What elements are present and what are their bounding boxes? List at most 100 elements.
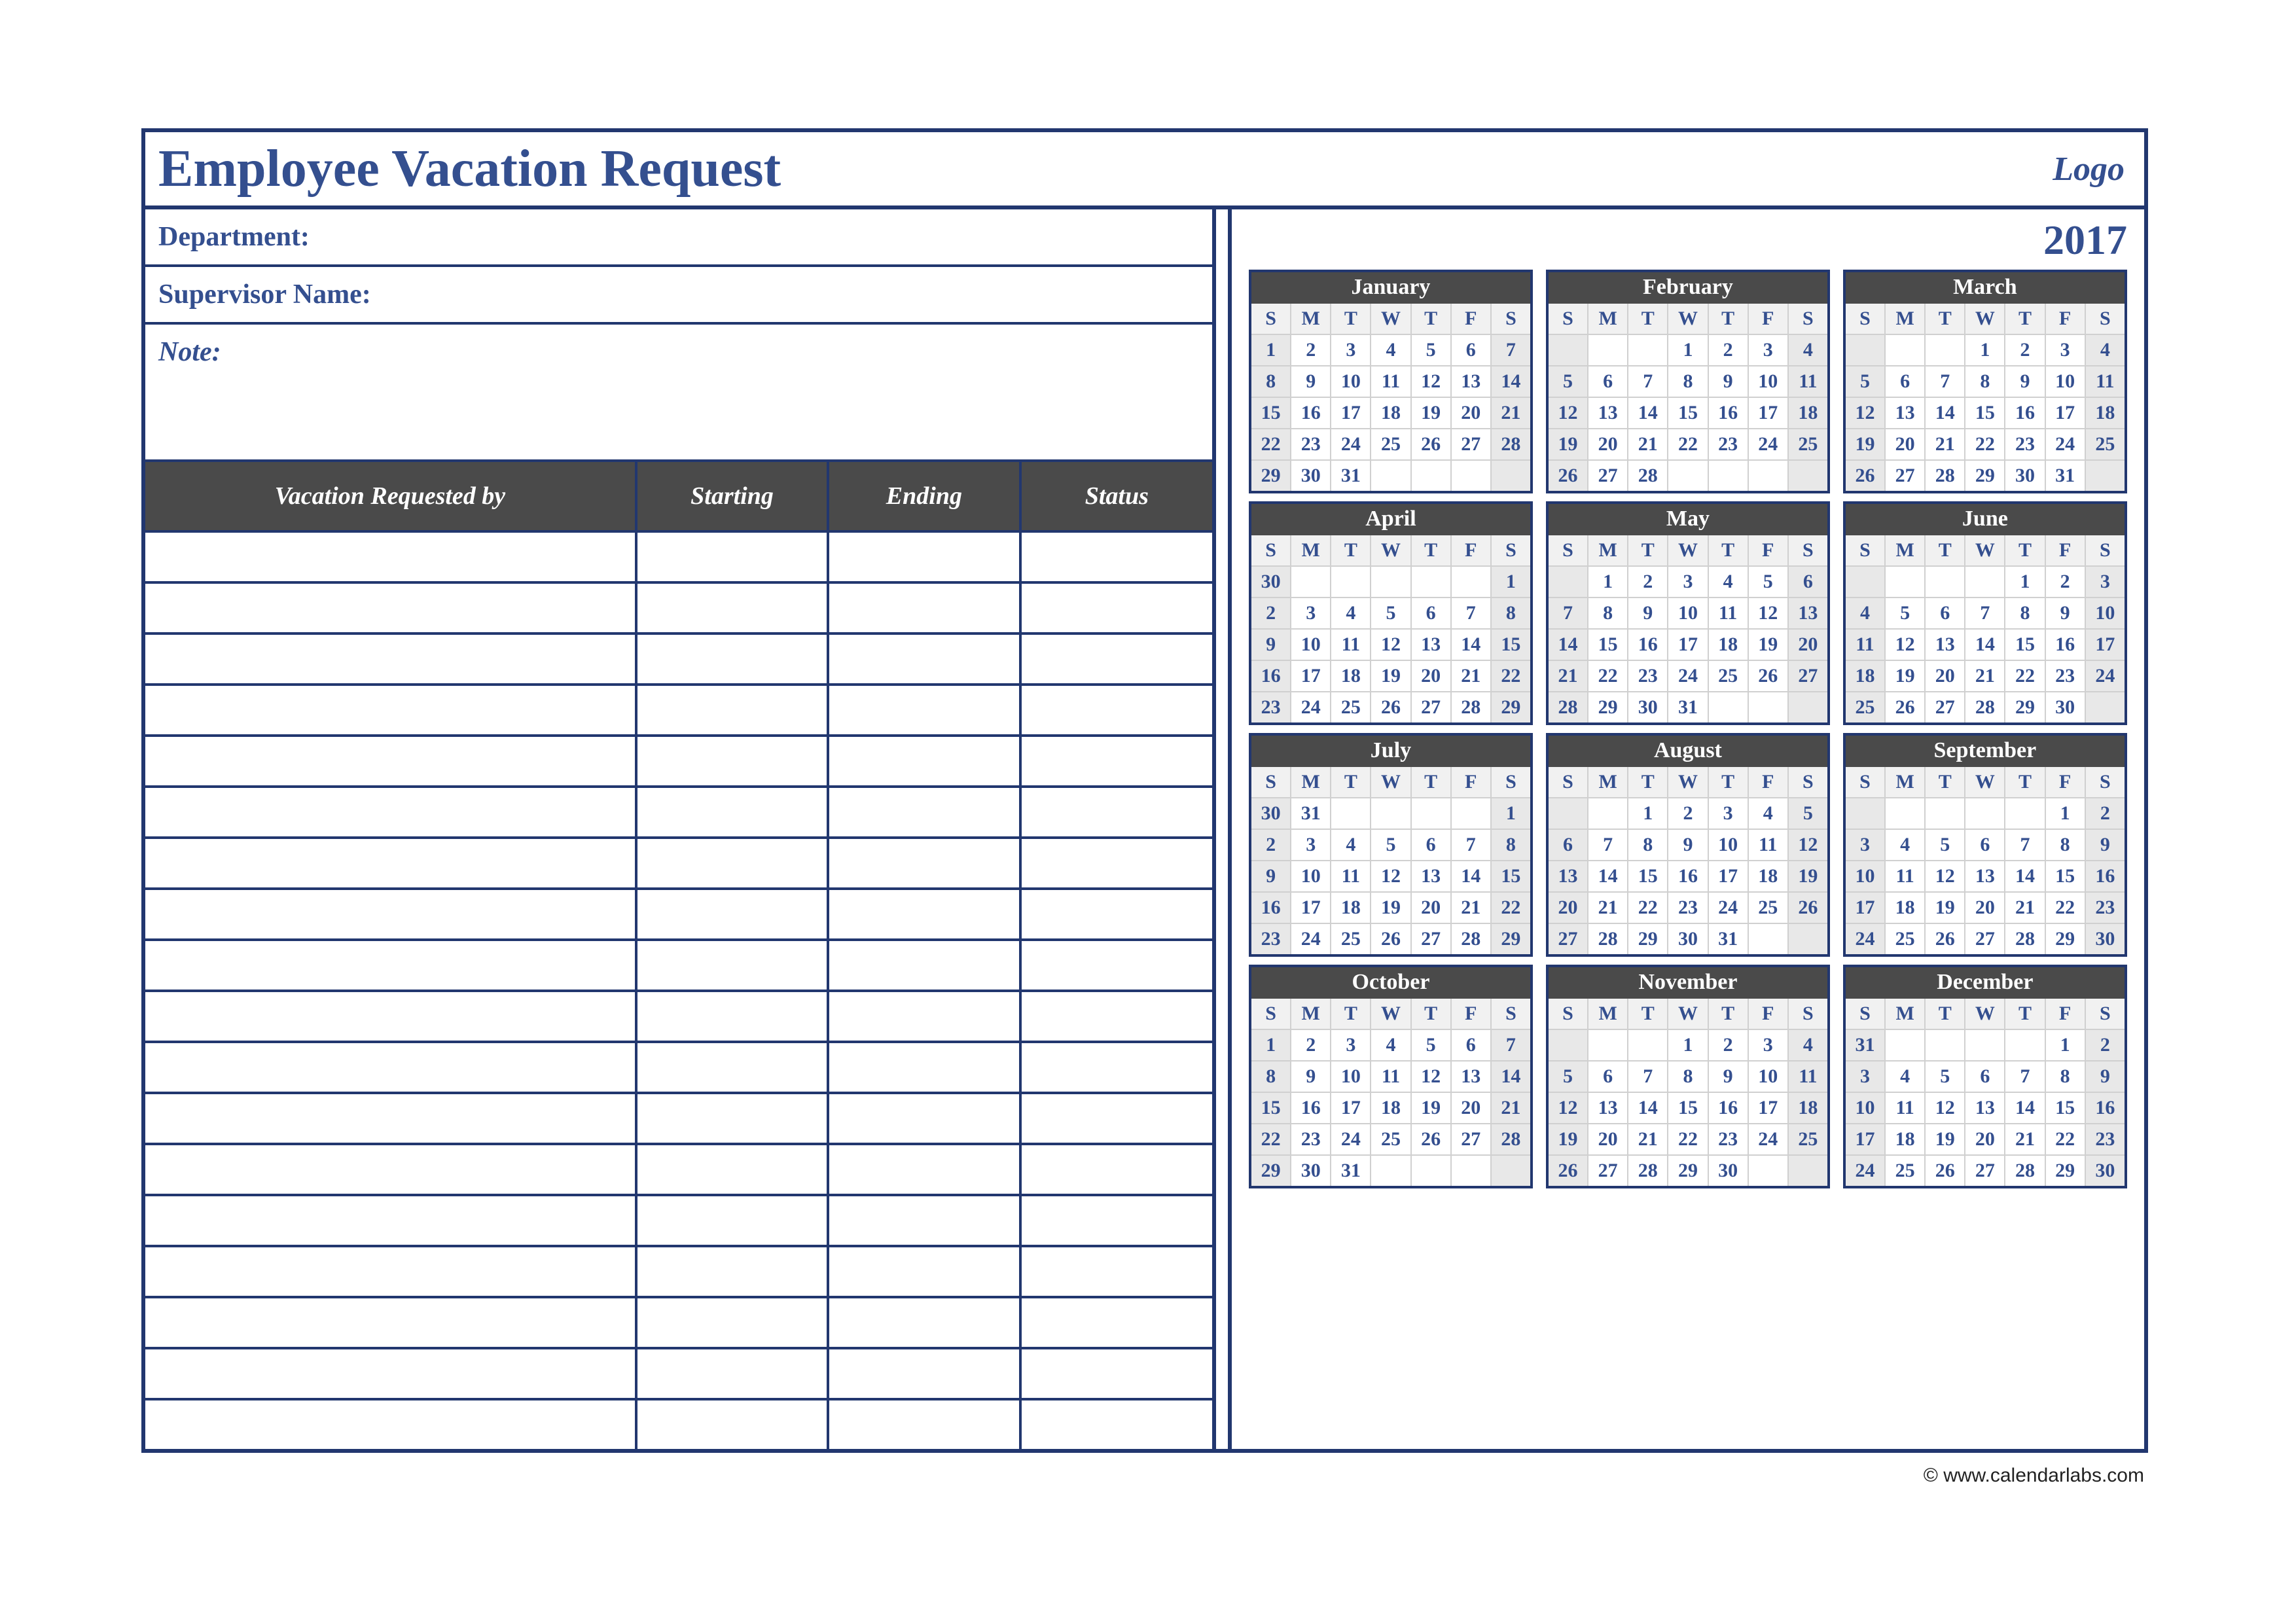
table-cell[interactable] — [1020, 787, 1212, 838]
table-cell[interactable] — [145, 736, 636, 787]
table-cell[interactable] — [828, 991, 1020, 1042]
table-cell[interactable] — [828, 685, 1020, 736]
table-cell[interactable] — [145, 940, 636, 991]
table-cell[interactable] — [828, 940, 1020, 991]
table-row[interactable] — [145, 889, 1212, 940]
table-cell[interactable] — [828, 1246, 1020, 1297]
table-row[interactable] — [145, 633, 1212, 685]
table-row[interactable] — [145, 685, 1212, 736]
table-row[interactable] — [145, 838, 1212, 889]
table-cell[interactable] — [636, 1144, 828, 1195]
table-cell[interactable] — [636, 736, 828, 787]
table-row[interactable] — [145, 1399, 1212, 1449]
table-row[interactable] — [145, 1297, 1212, 1348]
table-cell[interactable] — [828, 1348, 1020, 1399]
table-cell[interactable] — [828, 1042, 1020, 1093]
table-row[interactable] — [145, 582, 1212, 633]
table-cell[interactable] — [636, 685, 828, 736]
table-row[interactable] — [145, 1348, 1212, 1399]
table-cell[interactable] — [1020, 531, 1212, 582]
table-cell[interactable] — [636, 1093, 828, 1144]
table-cell[interactable] — [636, 991, 828, 1042]
department-label[interactable]: Department: — [145, 209, 1212, 267]
day-cell: 19 — [1549, 429, 1588, 459]
note-label[interactable]: Note: — [145, 325, 1212, 462]
day-cell: 29 — [2046, 924, 2086, 954]
table-cell[interactable] — [636, 1399, 828, 1449]
table-cell[interactable] — [145, 633, 636, 685]
day-cell: 22 — [1588, 661, 1628, 691]
table-cell[interactable] — [1020, 736, 1212, 787]
table-cell[interactable] — [828, 633, 1020, 685]
supervisor-label[interactable]: Supervisor Name: — [145, 267, 1212, 325]
table-cell[interactable] — [828, 736, 1020, 787]
table-cell[interactable] — [636, 633, 828, 685]
table-cell[interactable] — [1020, 940, 1212, 991]
table-cell[interactable] — [1020, 1399, 1212, 1449]
table-cell[interactable] — [145, 1297, 636, 1348]
table-cell[interactable] — [636, 940, 828, 991]
table-cell[interactable] — [1020, 1093, 1212, 1144]
table-cell[interactable] — [145, 991, 636, 1042]
table-row[interactable] — [145, 1246, 1212, 1297]
table-cell[interactable] — [145, 889, 636, 940]
table-row[interactable] — [145, 1195, 1212, 1246]
table-row[interactable] — [145, 1144, 1212, 1195]
table-cell[interactable] — [1020, 1195, 1212, 1246]
table-cell[interactable] — [1020, 582, 1212, 633]
table-cell[interactable] — [1020, 633, 1212, 685]
table-cell[interactable] — [145, 1144, 636, 1195]
table-cell[interactable] — [636, 582, 828, 633]
day-cell: 6 — [1452, 335, 1492, 365]
table-cell[interactable] — [828, 1195, 1020, 1246]
table-row[interactable] — [145, 1093, 1212, 1144]
table-row[interactable] — [145, 940, 1212, 991]
table-cell[interactable] — [145, 787, 636, 838]
table-cell[interactable] — [828, 531, 1020, 582]
table-cell[interactable] — [145, 1246, 636, 1297]
table-cell[interactable] — [1020, 991, 1212, 1042]
table-cell[interactable] — [145, 1399, 636, 1449]
table-cell[interactable] — [636, 889, 828, 940]
table-cell[interactable] — [636, 1195, 828, 1246]
table-cell[interactable] — [1020, 838, 1212, 889]
table-cell[interactable] — [145, 531, 636, 582]
table-cell[interactable] — [636, 1042, 828, 1093]
table-cell[interactable] — [636, 787, 828, 838]
table-cell[interactable] — [828, 1399, 1020, 1449]
table-cell[interactable] — [145, 1195, 636, 1246]
table-row[interactable] — [145, 1042, 1212, 1093]
table-cell[interactable] — [1020, 1042, 1212, 1093]
table-row[interactable] — [145, 531, 1212, 582]
table-cell[interactable] — [1020, 1246, 1212, 1297]
table-cell[interactable] — [145, 838, 636, 889]
table-cell[interactable] — [636, 531, 828, 582]
table-cell[interactable] — [145, 685, 636, 736]
table-cell[interactable] — [828, 787, 1020, 838]
dow-cell: S — [1492, 304, 1530, 334]
day-cell: 6 — [1452, 1030, 1492, 1060]
table-cell[interactable] — [1020, 1348, 1212, 1399]
table-cell[interactable] — [828, 582, 1020, 633]
table-cell[interactable] — [1020, 889, 1212, 940]
table-row[interactable] — [145, 736, 1212, 787]
day-cell — [1749, 924, 1789, 954]
table-cell[interactable] — [828, 1297, 1020, 1348]
table-cell[interactable] — [145, 1093, 636, 1144]
table-cell[interactable] — [828, 838, 1020, 889]
table-cell[interactable] — [828, 1144, 1020, 1195]
table-row[interactable] — [145, 991, 1212, 1042]
table-cell[interactable] — [145, 1348, 636, 1399]
table-cell[interactable] — [1020, 1144, 1212, 1195]
table-cell[interactable] — [636, 838, 828, 889]
table-cell[interactable] — [828, 1093, 1020, 1144]
table-cell[interactable] — [1020, 1297, 1212, 1348]
table-row[interactable] — [145, 787, 1212, 838]
table-cell[interactable] — [1020, 685, 1212, 736]
table-cell[interactable] — [636, 1246, 828, 1297]
table-cell[interactable] — [145, 1042, 636, 1093]
table-cell[interactable] — [636, 1348, 828, 1399]
table-cell[interactable] — [828, 889, 1020, 940]
table-cell[interactable] — [636, 1297, 828, 1348]
table-cell[interactable] — [145, 582, 636, 633]
